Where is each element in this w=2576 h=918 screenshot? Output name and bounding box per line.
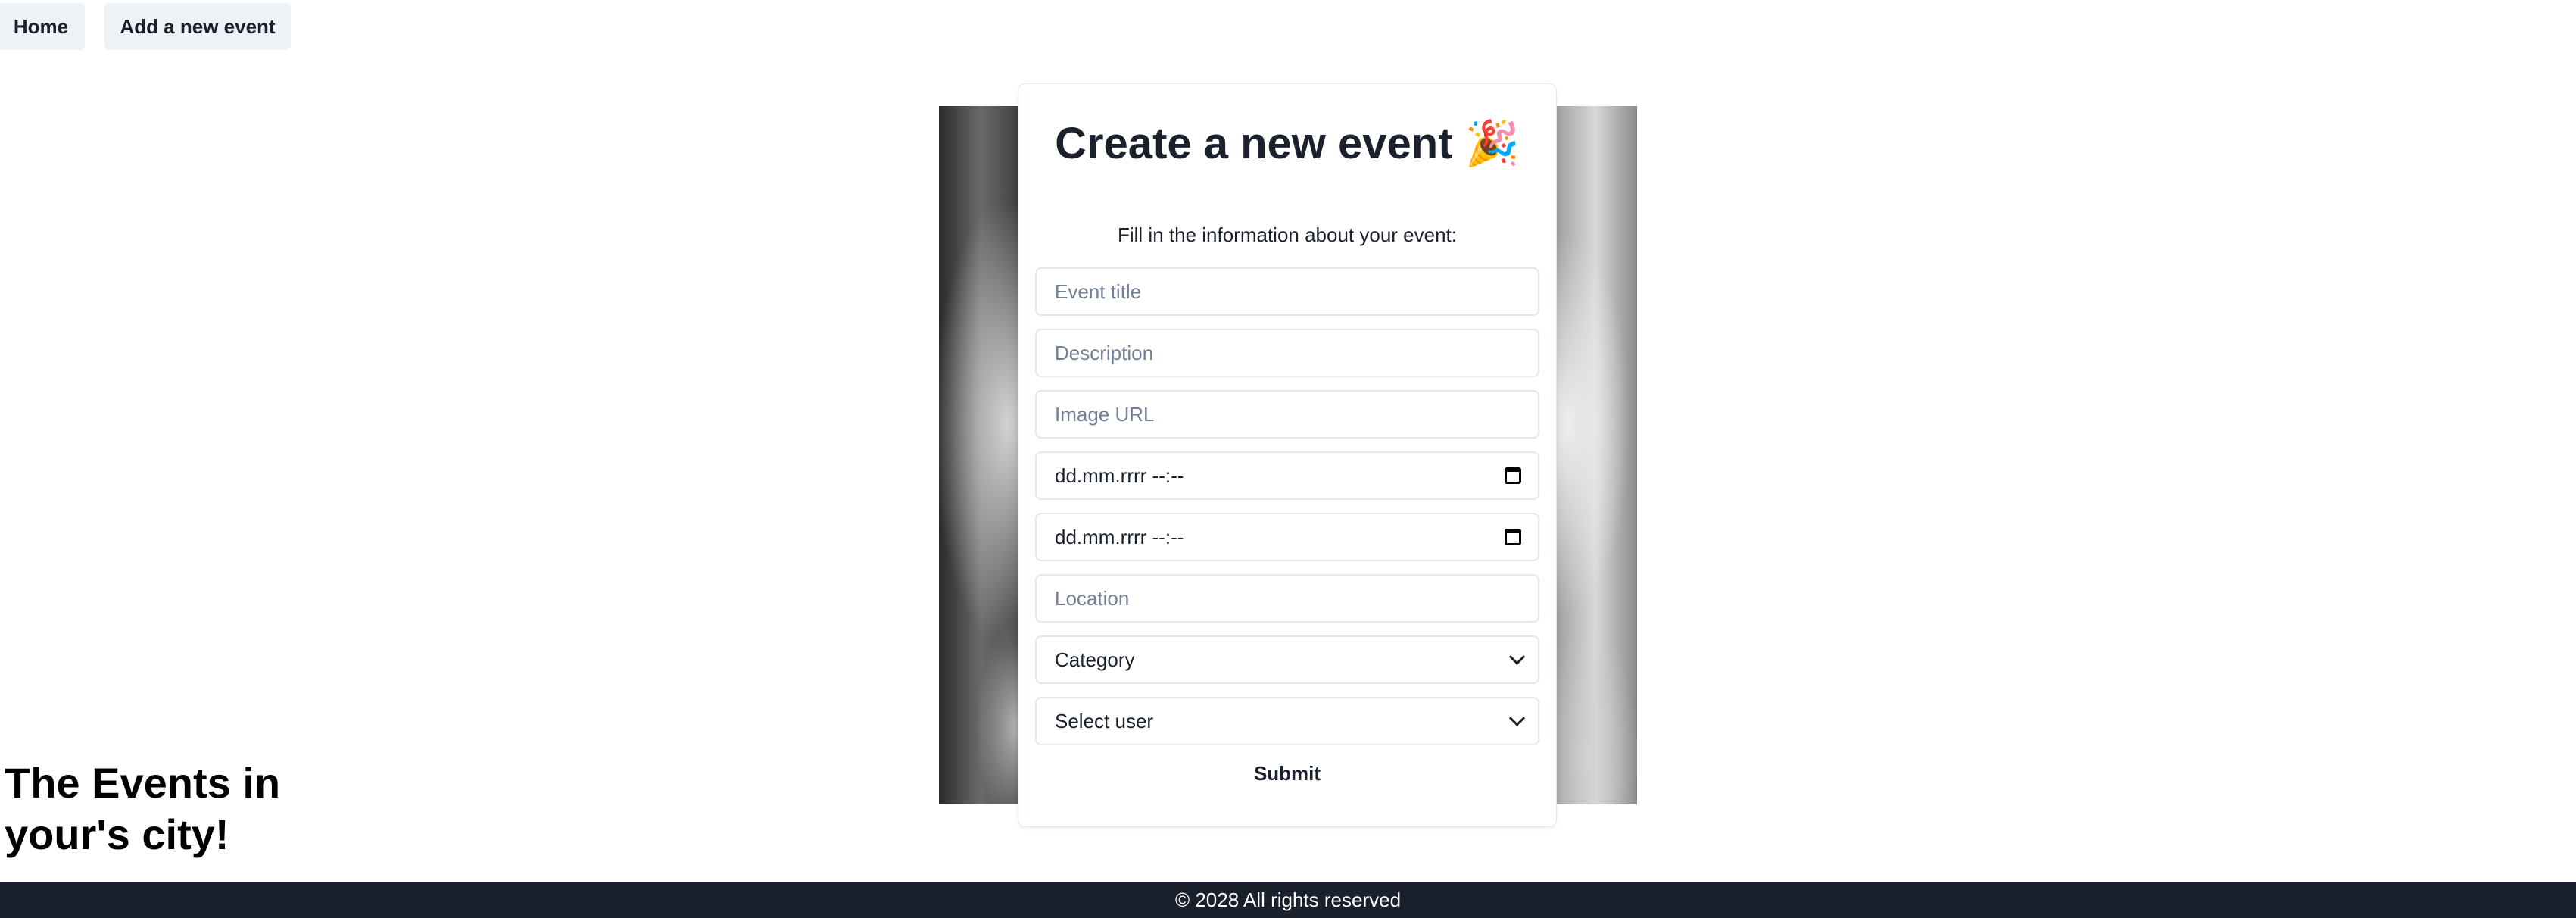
end-datetime-input[interactable]: dd.mm.rrrr --:--	[1035, 513, 1539, 561]
add-event-button[interactable]: Add a new event	[104, 3, 291, 50]
description-placeholder: Description	[1055, 341, 1154, 364]
home-button[interactable]: Home	[0, 3, 85, 50]
chevron-down-icon	[1508, 710, 1526, 726]
category-select[interactable]: Category	[1035, 635, 1539, 684]
user-select[interactable]: Select user	[1035, 697, 1539, 745]
chevron-down-icon	[1508, 648, 1526, 665]
description-input[interactable]: Description	[1035, 329, 1539, 377]
event-title-placeholder: Event title	[1055, 279, 1142, 303]
create-event-form: Create a new event 🎉 Fill in the informa…	[1018, 83, 1557, 827]
image-url-placeholder: Image URL	[1055, 402, 1155, 426]
end-datetime-value: dd.mm.rrrr --:--	[1055, 525, 1184, 548]
tagline-heading: The Events in your's city!	[5, 759, 281, 858]
calendar-icon[interactable]	[1505, 467, 1521, 484]
image-url-input[interactable]: Image URL	[1035, 390, 1539, 439]
calendar-icon[interactable]	[1505, 529, 1521, 545]
submit-button[interactable]: Submit	[1035, 749, 1539, 798]
start-datetime-value: dd.mm.rrrr --:--	[1055, 464, 1184, 487]
category-selected-value: Category	[1055, 648, 1135, 671]
location-placeholder: Location	[1055, 586, 1130, 610]
footer: © 2028 All rights reserved	[0, 882, 2576, 918]
event-title-input[interactable]: Event title	[1035, 267, 1539, 316]
form-title: Create a new event 🎉	[1055, 119, 1520, 168]
footer-copyright: © 2028 All rights reserved	[1174, 888, 1402, 911]
form-subtitle: Fill in the information about your event…	[1117, 223, 1458, 246]
user-selected-value: Select user	[1055, 709, 1154, 732]
start-datetime-input[interactable]: dd.mm.rrrr --:--	[1035, 451, 1539, 500]
location-input[interactable]: Location	[1035, 574, 1539, 623]
